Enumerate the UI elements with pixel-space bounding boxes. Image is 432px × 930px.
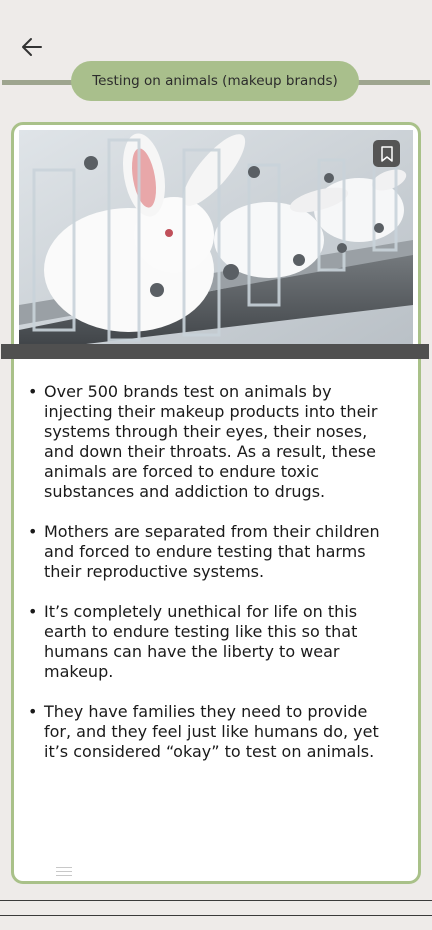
page-title: Testing on animals (makeup brands) <box>71 61 359 101</box>
bullet-list: Over 500 brands test on animals by injec… <box>28 382 388 782</box>
rabbit-photo <box>19 130 413 352</box>
list-item: Over 500 brands test on animals by injec… <box>28 382 388 502</box>
list-item: They have families they need to provide … <box>28 702 388 762</box>
back-button[interactable] <box>18 33 46 61</box>
drag-handle-icon[interactable] <box>56 867 72 879</box>
bottom-divider <box>0 900 432 901</box>
image-overlay-band <box>1 344 429 359</box>
bookmark-button[interactable] <box>373 140 400 167</box>
bottom-divider <box>0 915 432 916</box>
list-item: It’s completely unethical for life on th… <box>28 602 388 682</box>
arrow-left-icon <box>22 38 42 56</box>
bookmark-icon <box>380 145 393 162</box>
list-item: Mothers are separated from their childre… <box>28 522 388 582</box>
